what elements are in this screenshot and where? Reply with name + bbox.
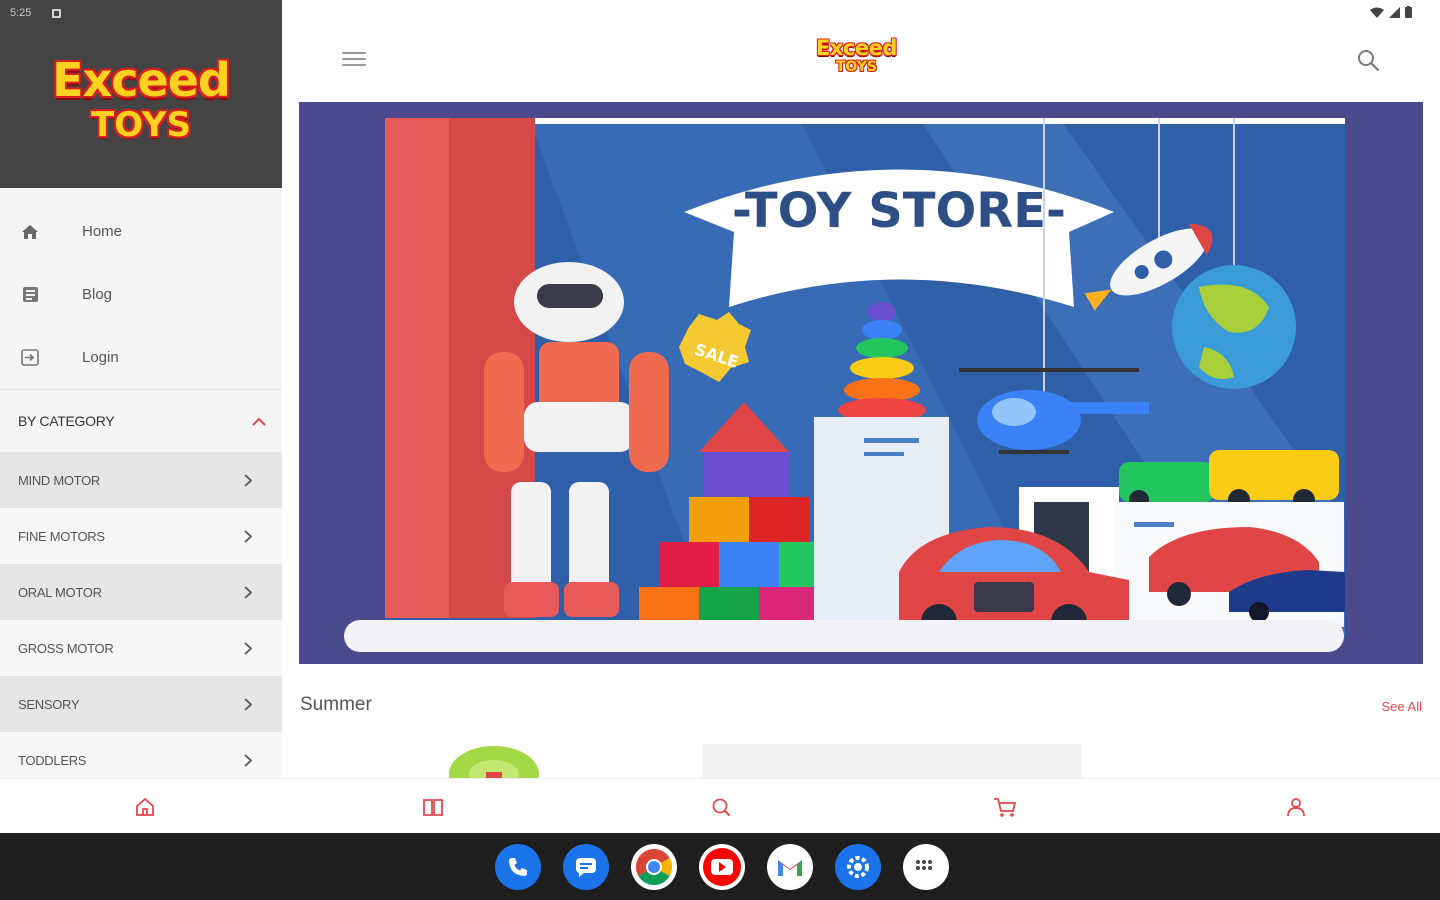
main-content: Exceed TOYS -TOY STORE- SALE Summer See … (282, 0, 1440, 778)
youtube-icon[interactable] (699, 844, 745, 890)
chevron-right-icon (244, 529, 252, 543)
category-label: MIND MOTOR (18, 472, 100, 488)
product-card-peek[interactable] (432, 744, 542, 778)
banner-headline: -TOY STORE- (732, 183, 1066, 239)
system-taskbar (0, 833, 1440, 900)
chevron-right-icon (244, 641, 252, 655)
chrome-icon[interactable] (631, 844, 677, 890)
signal-icon (1389, 6, 1400, 18)
app-dock (495, 844, 949, 890)
search-icon[interactable] (1356, 48, 1380, 72)
brand-logo-line2: TOYS (91, 105, 191, 145)
section-title: Summer (300, 694, 372, 715)
drawer-item-login[interactable]: Login (0, 326, 282, 389)
drawer-item-home[interactable]: Home (0, 200, 282, 263)
category-label: FINE MOTORS (18, 528, 105, 544)
settings-icon[interactable] (835, 844, 881, 890)
nav-blog-icon[interactable] (420, 794, 446, 820)
category-header-label: BY CATEGORY (18, 413, 115, 429)
home-icon (20, 222, 40, 242)
app-screen: 5:25 Exceed TOYS Home Blog Login BY CATE… (0, 0, 1440, 900)
menu-icon[interactable] (342, 52, 366, 68)
category-item-oral-motor[interactable]: ORAL MOTOR (0, 564, 282, 620)
header-logo[interactable]: Exceed TOYS (816, 36, 897, 74)
brand-logo: Exceed TOYS (52, 53, 231, 145)
category-item-sensory[interactable]: SENSORY (0, 676, 282, 732)
header-logo-line2: TOYS (835, 59, 878, 75)
nav-home-icon[interactable] (132, 794, 158, 820)
drawer-item-label: Home (82, 223, 123, 240)
status-bar: 5:25 (0, 0, 1440, 28)
drawer-menu: Home Blog Login BY CATEGORY MIND MOTOR F… (0, 188, 282, 778)
category-item-gross-motor[interactable]: GROSS MOTOR (0, 620, 282, 676)
chevron-right-icon (244, 697, 252, 711)
battery-icon (1405, 6, 1412, 18)
notification-icon (52, 9, 61, 18)
category-label: ORAL MOTOR (18, 584, 102, 600)
category-item-toddlers[interactable]: TODDLERS (0, 732, 282, 778)
product-card-peek[interactable] (702, 744, 1082, 778)
chevron-up-icon (252, 417, 266, 426)
drawer-header: Exceed TOYS (0, 0, 282, 188)
messages-icon[interactable] (563, 844, 609, 890)
category-header[interactable]: BY CATEGORY (0, 390, 282, 452)
chevron-right-icon (244, 753, 252, 767)
category-label: TODDLERS (18, 752, 87, 768)
phone-icon[interactable] (495, 844, 541, 890)
category-item-fine-motors[interactable]: FINE MOTORS (0, 508, 282, 564)
app-drawer-icon[interactable] (903, 844, 949, 890)
drawer-item-label: Login (82, 349, 119, 366)
navigation-drawer: Exceed TOYS Home Blog Login BY CATEGORY … (0, 0, 282, 778)
chevron-right-icon (244, 473, 252, 487)
blog-icon (20, 285, 40, 305)
drawer-item-blog[interactable]: Blog (0, 263, 282, 326)
see-all-link[interactable]: See All (1382, 699, 1422, 714)
status-icons (1370, 6, 1412, 18)
brand-logo-line1: Exceed (52, 53, 231, 107)
category-label: GROSS MOTOR (18, 640, 114, 656)
top-app-bar: Exceed TOYS (282, 28, 1440, 90)
nav-account-icon[interactable] (1283, 794, 1309, 820)
wifi-icon (1370, 7, 1384, 18)
drawer-item-label: Blog (82, 286, 113, 303)
nav-search-icon[interactable] (708, 794, 734, 820)
chevron-right-icon (244, 585, 252, 599)
category-item-mind-motor[interactable]: MIND MOTOR (0, 452, 282, 508)
gmail-icon[interactable] (767, 844, 813, 890)
hero-banner[interactable]: -TOY STORE- SALE (299, 102, 1423, 664)
bottom-navigation (0, 778, 1440, 833)
status-time: 5:25 (10, 7, 32, 19)
header-logo-line1: Exceed (816, 36, 897, 60)
login-icon (20, 348, 40, 368)
nav-cart-icon[interactable] (992, 794, 1018, 820)
category-label: SENSORY (18, 696, 80, 712)
